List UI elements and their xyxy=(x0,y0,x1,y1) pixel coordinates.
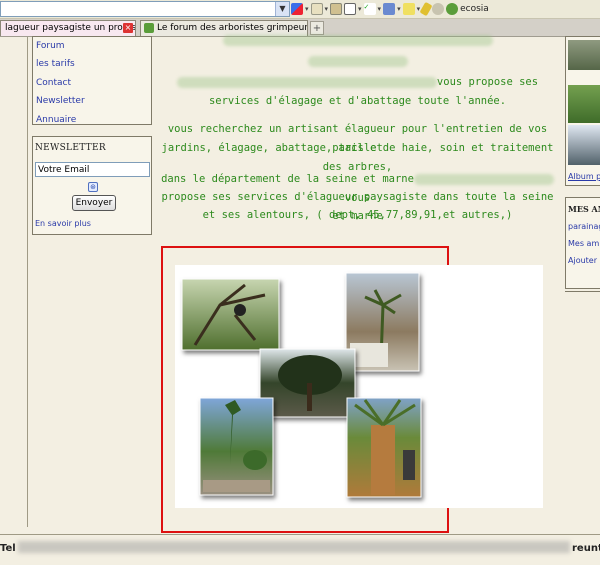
chevron-down-icon[interactable]: ▾ xyxy=(378,5,382,13)
area-head: dans le département de la seine et marne xyxy=(161,173,414,185)
pencil-icon[interactable] xyxy=(419,1,433,17)
menu-item-forum[interactable]: Forum xyxy=(33,37,151,55)
menu-item-annuaire[interactable]: Annuaire xyxy=(33,111,151,129)
spellcheck-icon[interactable]: ✓ xyxy=(363,3,376,15)
photo-pine xyxy=(259,348,356,418)
intro-line: vous propose ses xyxy=(155,73,560,92)
left-sidebar: Forum les tarifs Contact Newsletter Annu… xyxy=(27,36,152,527)
submit-button[interactable]: Envoyer xyxy=(72,195,116,211)
right-sidebar: Album p MES AM parainag Mes ami Ajouter xyxy=(562,36,600,527)
chevron-down-icon[interactable]: ▾ xyxy=(397,5,401,13)
close-icon[interactable]: × xyxy=(123,23,133,33)
photo-garden xyxy=(199,397,274,496)
translate-icon[interactable] xyxy=(383,3,396,15)
friends-title: MES AM xyxy=(568,204,600,214)
intro-line-2: services d'élagage et d'abattage toute l… xyxy=(208,95,507,107)
footer-right-text: reunt xyxy=(572,543,600,554)
url-dropdown[interactable]: ▼ xyxy=(0,1,290,17)
email-input[interactable] xyxy=(35,162,150,177)
blurred-line xyxy=(155,52,560,71)
blurred-text xyxy=(307,55,408,67)
toolbar-buttons: ▾ ▾ ▾ ✓ ▾ ▾ ▾ ecosia xyxy=(291,1,489,17)
album-box: Album p xyxy=(565,36,600,186)
browser-toolbar: ▼ ▾ ▾ ▾ ✓ ▾ ▾ ▾ ecosia xyxy=(0,0,600,19)
chevron-down-icon[interactable]: ▾ xyxy=(305,5,309,13)
friends-link-ajouter[interactable]: Ajouter xyxy=(568,256,600,265)
friends-link-mes-amis[interactable]: Mes ami xyxy=(568,239,600,248)
footer-bar: Tel reunt xyxy=(0,534,600,565)
album-thumbnail[interactable] xyxy=(568,40,600,70)
menu-item-contact[interactable]: Contact xyxy=(33,74,151,92)
chevron-down-icon[interactable]: ▾ xyxy=(325,5,329,13)
footer-left-text: Tel xyxy=(0,543,16,554)
photo-collage xyxy=(175,265,543,508)
album-thumbnail[interactable] xyxy=(568,125,600,165)
more-link[interactable]: En savoir plus xyxy=(35,219,91,228)
divider xyxy=(565,291,600,294)
home-icon[interactable] xyxy=(330,3,343,15)
web-page: Forum les tarifs Contact Newsletter Annu… xyxy=(0,34,600,565)
blurred-text xyxy=(18,541,570,553)
blurred-line xyxy=(155,31,560,50)
tab-active[interactable]: lagueur paysagiste un professio... × xyxy=(0,20,136,36)
collage-svg xyxy=(181,272,422,498)
send-icon[interactable] xyxy=(402,3,415,15)
chevron-down-icon[interactable]: ▾ xyxy=(358,5,362,13)
window-icon[interactable] xyxy=(344,3,357,15)
menu-item-newsletter[interactable]: Newsletter xyxy=(33,92,151,110)
area-line-3: et ses alentours, ( dept, 45,77,89,91,et… xyxy=(202,209,513,221)
google-icon[interactable] xyxy=(291,3,303,15)
search-engine-label[interactable]: ecosia xyxy=(460,4,489,14)
friends-box: MES AM parainag Mes ami Ajouter xyxy=(565,197,600,289)
photo-tree-climber xyxy=(181,278,280,351)
photo-palm-building xyxy=(345,272,420,372)
ecosia-icon[interactable] xyxy=(446,3,459,15)
friends-link-parrainage[interactable]: parainag xyxy=(568,222,600,231)
intro-tail: vous propose ses xyxy=(436,76,539,88)
album-link[interactable]: Album p xyxy=(568,172,600,181)
photo-palm-trunk xyxy=(346,397,422,498)
newsletter-box: NEWSLETTER ⊛ Envoyer En savoir plus xyxy=(32,136,152,235)
main-content: vous propose ses services d'élagage et d… xyxy=(155,34,560,533)
blurred-text xyxy=(176,76,437,88)
sidebar-menu: Forum les tarifs Contact Newsletter Annu… xyxy=(32,36,152,125)
settings-icon[interactable] xyxy=(432,3,445,15)
favicon-icon xyxy=(144,23,154,33)
blurred-text xyxy=(222,34,493,46)
chevron-down-icon[interactable]: ▼ xyxy=(275,2,289,16)
rss-icon[interactable]: ⊛ xyxy=(88,182,98,192)
blurred-text xyxy=(413,173,554,185)
tab-label: lagueur paysagiste un professio... xyxy=(5,23,135,33)
album-thumbnail[interactable] xyxy=(568,85,600,123)
menu-item-tarifs[interactable]: les tarifs xyxy=(33,55,151,73)
bookmark-icon[interactable] xyxy=(310,3,323,15)
newsletter-title: NEWSLETTER xyxy=(35,143,106,153)
